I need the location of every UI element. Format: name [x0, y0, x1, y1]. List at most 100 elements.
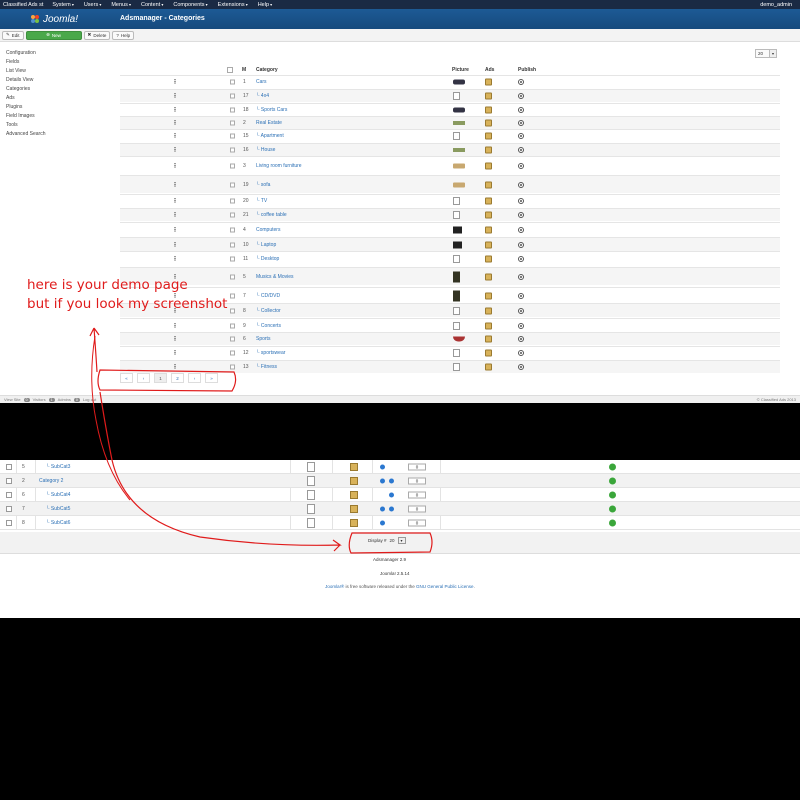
ads-icon[interactable] [485, 162, 492, 169]
drag-handle-icon[interactable]: ⋮ [172, 79, 178, 86]
category-link[interactable]: └ sofa [256, 182, 270, 188]
ads-icon[interactable] [485, 255, 492, 262]
drag-handle-icon[interactable]: ⋮ [172, 226, 178, 233]
row-checkbox[interactable] [230, 350, 235, 356]
category-link[interactable]: Sports [256, 336, 270, 342]
publish-toggle-icon[interactable] [518, 120, 524, 126]
category-link[interactable]: └ SubCat3 [46, 464, 70, 470]
order-arrow-icon[interactable] [380, 464, 385, 469]
ads-icon[interactable] [485, 211, 492, 219]
category-link[interactable]: Living room furniture [256, 163, 302, 169]
category-link[interactable]: └ Fitness [256, 364, 277, 370]
sidebar-item-fields[interactable]: Fields [6, 58, 106, 67]
ads-icon[interactable] [485, 241, 492, 248]
publish-toggle-icon[interactable] [518, 181, 524, 188]
ads-icon[interactable] [485, 197, 492, 205]
ads-icon[interactable] [350, 518, 358, 527]
ads-icon[interactable] [485, 78, 492, 86]
published-check-icon[interactable] [609, 505, 616, 512]
ads-icon[interactable] [485, 273, 492, 280]
pager-prev[interactable]: ‹ [137, 373, 150, 383]
category-link[interactable]: └ SubCat5 [46, 506, 70, 512]
row-checkbox[interactable] [230, 336, 235, 342]
publish-toggle-icon[interactable] [518, 273, 524, 280]
select-all-checkbox[interactable] [227, 67, 233, 73]
user-menu[interactable]: demo_admin [760, 2, 800, 8]
publish-toggle-icon[interactable] [518, 336, 524, 342]
delete-button[interactable]: ✖ Delete [83, 30, 111, 40]
drag-handle-icon[interactable]: ⋮ [172, 107, 178, 114]
pager-page-1[interactable]: 1 [154, 373, 167, 383]
sidebar-item-field-images[interactable]: Field Images [6, 112, 106, 121]
row-checkbox[interactable] [230, 107, 235, 113]
row-checkbox[interactable] [230, 133, 235, 139]
row-checkbox[interactable] [230, 242, 235, 247]
row-checkbox[interactable] [6, 463, 12, 470]
ads-icon[interactable] [350, 504, 358, 513]
ads-icon[interactable] [485, 92, 492, 100]
edit-button[interactable]: ✎ Edit [2, 30, 24, 40]
help-button[interactable]: ? Help [112, 30, 135, 40]
row-checkbox[interactable] [230, 163, 235, 168]
order-input[interactable]: 0 [408, 505, 426, 512]
published-check-icon[interactable] [609, 519, 616, 526]
menu-help[interactable]: Help [253, 2, 277, 8]
menu-menus[interactable]: Menus [106, 2, 136, 8]
site-name-link[interactable]: Classified Ads st [0, 2, 47, 8]
drag-handle-icon[interactable]: ⋮ [172, 133, 178, 140]
order-arrow-icon[interactable] [389, 506, 394, 511]
header-publish[interactable]: Publish [518, 67, 536, 73]
publish-toggle-icon[interactable] [518, 93, 524, 99]
menu-users[interactable]: Users [79, 2, 107, 8]
ads-icon[interactable] [485, 106, 492, 114]
row-checkbox[interactable] [230, 256, 235, 261]
ads-icon[interactable] [485, 119, 492, 127]
published-check-icon[interactable] [609, 477, 616, 484]
category-link[interactable]: └ 4x4 [256, 93, 269, 99]
publish-toggle-icon[interactable] [518, 322, 524, 329]
published-check-icon[interactable] [609, 491, 616, 498]
row-checkbox[interactable] [6, 505, 12, 512]
publish-toggle-icon[interactable] [518, 226, 524, 233]
row-checkbox[interactable] [230, 308, 235, 313]
drag-handle-icon[interactable]: ⋮ [172, 198, 178, 205]
category-link[interactable]: └ Concerts [256, 323, 281, 329]
publish-toggle-icon[interactable] [518, 307, 524, 314]
category-link[interactable]: └ TV [256, 198, 267, 204]
publish-toggle-icon[interactable] [518, 255, 524, 262]
publish-toggle-icon[interactable] [518, 162, 524, 169]
order-arrow-icon[interactable] [389, 478, 394, 483]
row-checkbox[interactable] [6, 477, 12, 484]
row-checkbox[interactable] [230, 198, 235, 204]
order-input[interactable]: 0 [408, 491, 426, 498]
category-link[interactable]: └ SubCat6 [46, 520, 70, 526]
menu-components[interactable]: Components [168, 2, 212, 8]
display-value[interactable]: 20 [390, 538, 395, 543]
row-checkbox[interactable] [230, 364, 235, 370]
drag-handle-icon[interactable]: ⋮ [172, 120, 178, 127]
category-link[interactable]: Real Estate [256, 120, 282, 126]
publish-toggle-icon[interactable] [518, 212, 524, 218]
ads-icon[interactable] [485, 132, 492, 140]
menu-extensions[interactable]: Extensions [213, 2, 253, 8]
header-category[interactable]: Category [256, 67, 278, 73]
pager-first[interactable]: « [120, 373, 133, 383]
publish-toggle-icon[interactable] [518, 241, 524, 248]
publish-toggle-icon[interactable] [518, 147, 524, 153]
row-checkbox[interactable] [230, 323, 235, 328]
order-arrow-icon[interactable] [380, 520, 385, 525]
row-checkbox[interactable] [6, 491, 12, 498]
sidebar-item-details-view[interactable]: Details View [6, 76, 106, 85]
ads-icon[interactable] [485, 226, 492, 233]
gpl-link[interactable]: GNU General Public License [416, 584, 474, 589]
published-check-icon[interactable] [609, 463, 616, 470]
publish-toggle-icon[interactable] [518, 350, 524, 356]
ads-icon[interactable] [485, 292, 492, 299]
drag-handle-icon[interactable]: ⋮ [172, 364, 178, 371]
category-link[interactable]: Category 2 [39, 478, 63, 484]
category-link[interactable]: └ CD/DVD [256, 293, 280, 299]
row-checkbox[interactable] [230, 120, 235, 126]
ads-icon[interactable] [485, 146, 492, 154]
chevron-down-icon[interactable]: ▾ [397, 537, 406, 544]
sidebar-item-categories[interactable]: Categories [6, 85, 106, 94]
